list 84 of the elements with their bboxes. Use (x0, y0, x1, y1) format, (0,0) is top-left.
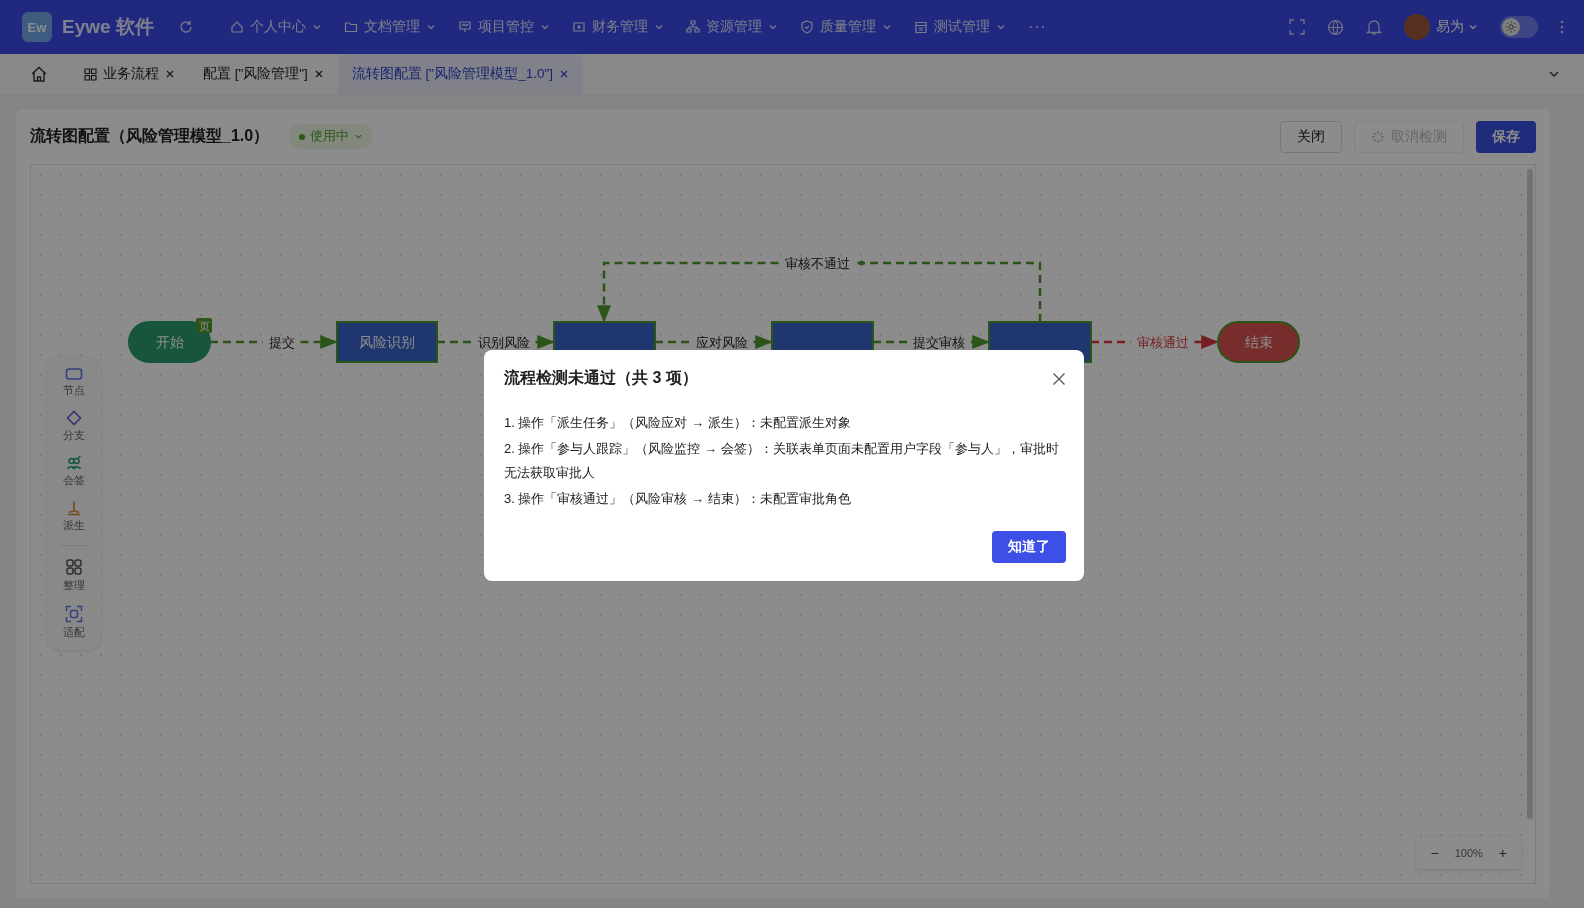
validation-message: 3. 操作「审核通过」（风险审核 → 结束）：未配置审批角色 (504, 490, 852, 508)
folder-icon (343, 20, 358, 34)
nav-menu[interactable]: 测试管理 (913, 18, 1006, 36)
validation-message: 1. 操作「派生任务」（风险应对 → 派生）：未配置派生对象 (504, 414, 852, 432)
connector-label: 审核不通过 (784, 256, 850, 271)
spinner-icon (1371, 129, 1385, 144)
sun-icon (1505, 21, 1517, 33)
wallet-icon (571, 20, 586, 34)
hierarchy-icon (685, 20, 700, 34)
nav-menu[interactable]: 质量管理 (799, 18, 892, 36)
brand-name: Eywe 软件 (62, 15, 154, 39)
scrollbar[interactable] (1527, 169, 1533, 819)
tool-button[interactable]: 会签 (63, 455, 85, 488)
nav-menu[interactable]: 个人中心 (229, 18, 322, 36)
page-title: 流转图配置（风险管理模型_1.0） (30, 126, 270, 146)
people-icon (66, 455, 82, 471)
task-node[interactable] (336, 321, 438, 363)
logo: Ew (22, 12, 52, 42)
home-icon[interactable] (30, 65, 48, 83)
zoom-out-button[interactable]: − (1430, 845, 1439, 861)
globe-icon[interactable] (1327, 18, 1344, 36)
connector-label: 审核通过 (1136, 335, 1189, 350)
zoom-level: 100% (1454, 847, 1483, 859)
user-menu[interactable]: 易为 (1404, 14, 1478, 40)
chevron-down-icon (995, 22, 1006, 32)
chevron-down-icon (767, 22, 778, 32)
grid-icon (65, 558, 83, 576)
more-options-icon[interactable] (1560, 20, 1564, 34)
tool-button[interactable]: 适配 (63, 605, 85, 640)
chevron-down-icon (653, 22, 664, 32)
tool-button[interactable]: 分支 (63, 410, 85, 443)
tool-button[interactable]: 整理 (63, 558, 85, 593)
connector-label: 识别风险 (477, 335, 530, 350)
diamond-icon (66, 410, 82, 426)
chevron-down-icon (539, 22, 550, 32)
presentation-board-icon (457, 20, 472, 34)
refresh-icon[interactable] (177, 19, 194, 35)
tool-button[interactable]: 节点 (63, 367, 85, 398)
connector-label: 应对风险 (695, 335, 748, 350)
connector-label: 提交审核 (913, 335, 965, 350)
fork-icon (66, 500, 82, 516)
chevron-down-icon (881, 22, 892, 32)
chevron-down-icon (354, 132, 364, 141)
close-icon[interactable] (1052, 371, 1066, 386)
fit-to-screen-icon (65, 605, 83, 623)
zoom-in-button[interactable]: + (1498, 845, 1507, 861)
node-badge: 页 (196, 318, 212, 333)
close-icon[interactable] (313, 69, 324, 79)
shield-icon (799, 20, 814, 34)
node-label: 风险识别 (359, 334, 415, 350)
node-label: 结束 (1244, 334, 1273, 350)
acknowledge-button[interactable]: 知道了 (992, 531, 1066, 563)
connector-label: 提交 (268, 335, 295, 350)
avatar (1404, 14, 1430, 40)
status-tag[interactable]: 使用中 (289, 124, 374, 149)
action-button[interactable]: 保存 (1476, 120, 1536, 153)
theme-toggle[interactable] (1500, 16, 1538, 38)
nav-menu[interactable]: 文档管理 (343, 18, 436, 36)
rounded-rectangle-icon (65, 367, 83, 381)
chevron-down-icon (1468, 22, 1478, 32)
page-tab[interactable]: 业务流程 (70, 54, 189, 94)
node-label: 开始 (155, 334, 184, 350)
chevron-down-icon (311, 22, 322, 32)
more-menu-button[interactable]: ··· (1027, 18, 1047, 36)
grid-icon (84, 67, 97, 81)
close-icon[interactable] (558, 69, 569, 79)
end-node[interactable] (1217, 321, 1300, 363)
house-icon (229, 20, 244, 34)
close-icon[interactable] (165, 69, 175, 79)
calendar-icon (913, 20, 928, 34)
page-tab[interactable]: 流转图配置 ["风险管理模型_1.0"] (337, 54, 583, 94)
page-tab[interactable]: 配置 ["风险管理"] (189, 54, 338, 94)
tool-button[interactable]: 派生 (63, 500, 85, 533)
fullscreen-icon[interactable] (1289, 19, 1305, 35)
dialog-title: 流程检测未通过（共 3 项） (504, 368, 698, 388)
validation-message: 2. 操作「参与人跟踪」（风险监控 → 会签）：关联表单页面未配置用户字段「参与人」，审批时无法获取审批人 (504, 440, 1060, 482)
action-button[interactable]: 关闭 (1280, 120, 1342, 153)
nav-menu[interactable]: 财务管理 (571, 18, 664, 36)
nav-menu[interactable]: 资源管理 (685, 18, 778, 36)
chevron-down-icon (425, 22, 436, 32)
start-node[interactable] (128, 321, 211, 363)
nav-menu[interactable]: 项目管控 (457, 18, 550, 36)
bell-icon[interactable] (1366, 18, 1382, 36)
status-dot (299, 133, 306, 140)
